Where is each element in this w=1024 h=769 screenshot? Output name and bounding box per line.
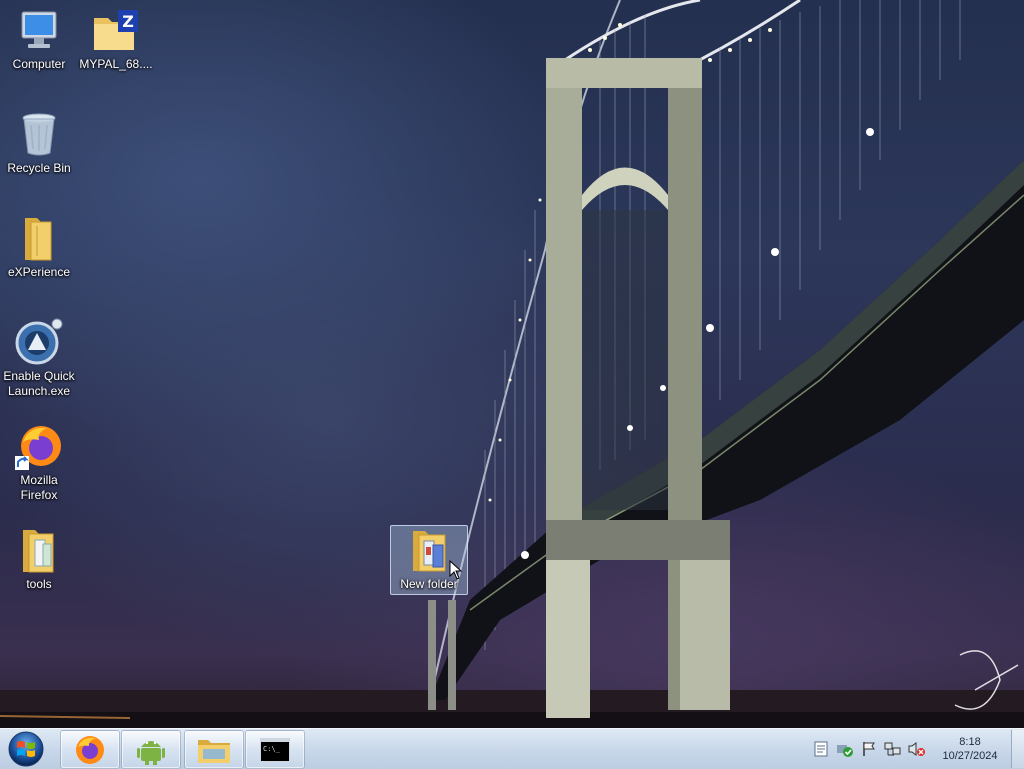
firefox-icon (76, 735, 104, 764)
taskbar-cmd-button[interactable]: C:\_ (245, 730, 305, 769)
taskbar-firefox-button[interactable] (60, 730, 120, 769)
firefox-icon (15, 422, 63, 470)
start-button[interactable] (4, 731, 48, 767)
command-prompt-icon: C:\_ (260, 737, 290, 762)
show-desktop-button[interactable] (1011, 730, 1024, 768)
svg-text:C:\_: C:\_ (263, 745, 281, 753)
desktop-icon-label: Computer (12, 57, 66, 71)
folder-icon (15, 526, 63, 574)
desktop-icon-label: tools (26, 577, 52, 591)
desktop-icon-enable-quick-launch[interactable]: Enable Quick Launch.exe (1, 318, 77, 399)
desktop-wallpaper (0, 0, 1024, 728)
computer-icon (15, 6, 63, 54)
action-center-flag-icon[interactable] (859, 739, 879, 759)
desktop-icon-label: MYPAL_68.... (79, 57, 153, 71)
security-icon[interactable] (835, 739, 855, 759)
desktop-icon-firefox[interactable]: Mozilla Firefox (1, 422, 77, 503)
mouse-pointer-icon (449, 560, 463, 580)
bridge-illustration (0, 0, 1024, 728)
desktop-icon-recycle-bin[interactable]: Recycle Bin (1, 110, 77, 176)
desktop-icon-label: eXPerience (7, 265, 71, 279)
clock-date: 10/27/2024 (942, 750, 998, 762)
volume-muted-icon[interactable] (907, 739, 927, 759)
desktop-icon-label: Recycle Bin (7, 161, 71, 175)
taskbar: C:\_ 8:18 10/27/2024 (0, 728, 1024, 769)
svg-text:Z: Z (122, 12, 134, 31)
android-icon (137, 740, 165, 765)
system-tray: 8:18 10/27/2024 (809, 729, 1024, 769)
desktop-icon-computer[interactable]: Computer (1, 6, 77, 72)
taskbar-explorer-button[interactable] (184, 730, 244, 769)
notes-icon[interactable] (811, 739, 831, 759)
desktop-icon-experience[interactable]: eXPerience (1, 214, 77, 280)
clock-time: 8:18 (959, 736, 981, 748)
desktop-icon-tools[interactable]: tools (1, 526, 77, 592)
quick-launch-app-icon (15, 318, 63, 366)
start-orb-icon (8, 731, 44, 767)
taskbar-clock[interactable]: 8:18 10/27/2024 (933, 735, 1007, 763)
zip-folder-icon: Z (92, 6, 140, 54)
recycle-bin-icon (15, 110, 63, 158)
desktop-icon-label: Enable Quick Launch.exe (3, 369, 75, 398)
desktop-icon-mypal[interactable]: Z MYPAL_68.... (78, 6, 154, 72)
folder-icon (405, 526, 453, 574)
desktop-icon-label: Mozilla Firefox (20, 473, 58, 502)
taskbar-android-button[interactable] (121, 730, 181, 769)
folder-icon (15, 214, 63, 262)
file-explorer-icon (198, 739, 230, 763)
network-icon[interactable] (883, 739, 903, 759)
